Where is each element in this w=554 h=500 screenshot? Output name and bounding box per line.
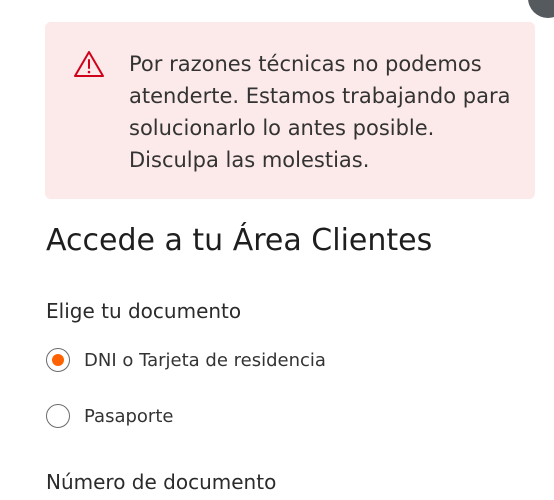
document-number-label: Número de documento: [46, 470, 277, 494]
radio-selected-dot: [52, 354, 64, 366]
error-alert: Por razones técnicas no podemos atendert…: [45, 22, 535, 199]
warning-triangle-icon: [74, 51, 104, 77]
radio-label-pasaporte: Pasaporte: [84, 405, 174, 427]
radio-label-dni: DNI o Tarjeta de residencia: [84, 349, 326, 371]
radio-option-pasaporte[interactable]: Pasaporte: [46, 402, 173, 430]
corner-close-button[interactable]: [528, 0, 554, 18]
document-type-label: Elige tu documento: [46, 299, 242, 323]
radio-button-dni[interactable]: [46, 348, 70, 372]
radio-option-dni[interactable]: DNI o Tarjeta de residencia: [46, 346, 326, 374]
radio-button-pasaporte[interactable]: [46, 404, 70, 428]
page-title: Accede a tu Área Clientes: [46, 223, 433, 258]
alert-message: Por razones técnicas no podemos atendert…: [129, 52, 511, 172]
